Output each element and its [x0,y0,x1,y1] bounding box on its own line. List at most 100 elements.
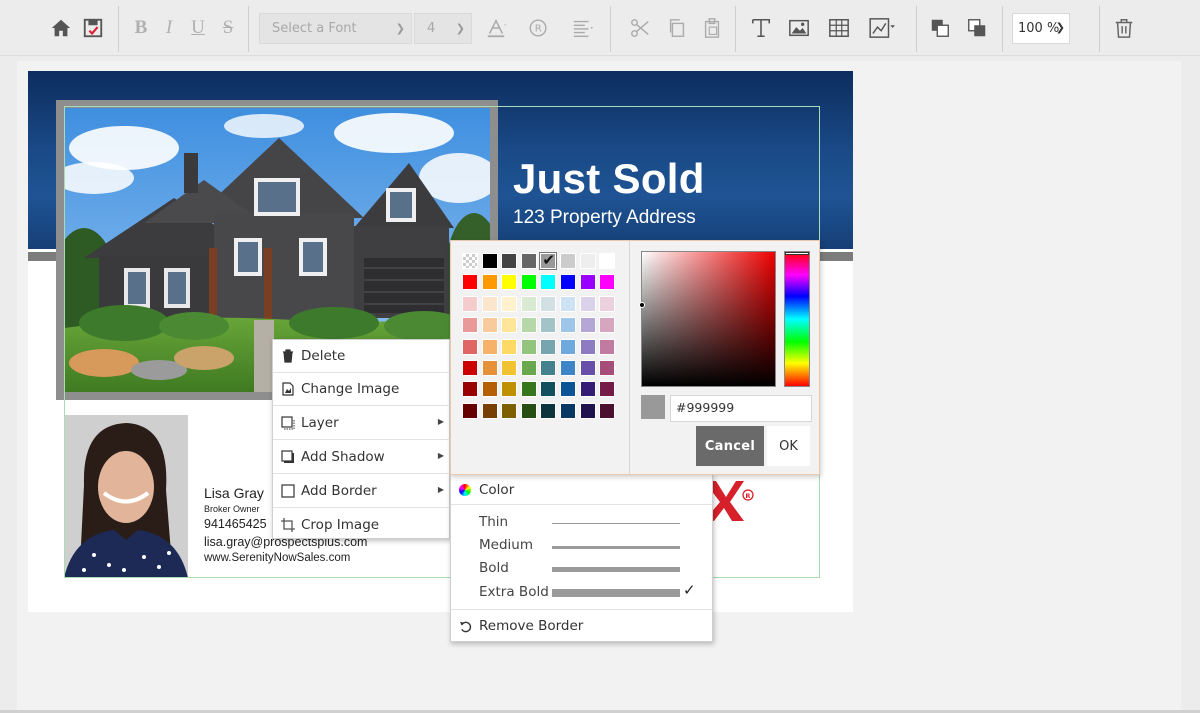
border-medium-option[interactable]: Medium [479,537,533,553]
hex-input[interactable]: #999999 [670,395,812,422]
border-bold-option[interactable]: Bold [479,560,509,576]
color-swatch[interactable] [540,381,557,398]
home-icon[interactable] [49,16,73,40]
menu-add-shadow[interactable]: Add Shadow ▶ [273,440,451,474]
color-swatch[interactable] [579,295,596,312]
hue-handle[interactable] [785,252,809,255]
color-swatch[interactable] [599,253,616,269]
color-swatch[interactable] [540,274,557,291]
strikethrough-icon[interactable]: S [216,16,240,40]
color-swatch[interactable] [560,274,576,291]
color-swatch[interactable] [579,402,596,419]
color-swatch[interactable] [520,317,537,334]
color-swatch[interactable] [481,338,498,355]
color-swatch[interactable] [599,295,616,312]
underline-icon[interactable]: U [186,16,210,40]
trash-icon[interactable] [1112,16,1136,40]
border-medium-line[interactable] [552,546,680,549]
agent-photo[interactable] [64,415,188,578]
menu-layer[interactable]: Layer ▶ [273,406,451,440]
font-color-icon[interactable] [484,16,508,40]
color-swatch[interactable] [540,402,557,419]
zoom-select[interactable]: 100 % ❯ [1012,13,1070,44]
color-swatch[interactable] [501,253,518,269]
agent-website[interactable]: www.SerenityNowSales.com [204,552,350,564]
saturation-handle[interactable] [639,302,645,308]
color-swatch[interactable] [520,338,537,355]
color-swatch[interactable] [599,360,616,376]
color-swatch[interactable] [501,381,518,398]
registered-icon[interactable]: R [527,16,551,40]
color-swatch[interactable] [560,381,576,398]
color-swatch[interactable] [462,360,478,376]
font-select[interactable]: Select a Font ❯ [259,13,412,44]
send-backward-icon[interactable] [965,16,989,40]
color-swatch[interactable] [501,274,518,291]
italic-icon[interactable]: I [157,16,181,40]
menu-crop-image[interactable]: Crop Image [273,508,451,541]
text-tool-icon[interactable] [749,16,773,40]
color-swatch[interactable] [560,295,576,312]
color-swatch[interactable] [520,274,537,291]
menu-add-border[interactable]: Add Border ▶ [273,474,451,508]
color-swatch[interactable] [481,295,498,312]
color-swatch[interactable] [501,402,518,419]
color-swatch[interactable] [579,381,596,398]
agent-title[interactable]: Broker Owner [204,504,260,514]
remove-border-option[interactable]: Remove Border [459,618,583,634]
color-swatch[interactable] [579,338,596,355]
color-swatch[interactable] [462,381,478,398]
chart-tool-icon[interactable] [867,16,899,40]
color-swatch[interactable] [540,338,557,355]
color-swatch[interactable] [579,317,596,334]
color-swatch[interactable] [462,402,478,419]
color-swatch[interactable] [560,402,576,419]
color-swatch[interactable] [540,295,557,312]
color-swatch[interactable] [560,338,576,355]
save-icon[interactable] [81,16,105,40]
color-swatch[interactable] [560,253,576,269]
color-swatch[interactable] [462,317,478,334]
color-swatch[interactable] [560,360,576,376]
color-swatch[interactable] [501,317,518,334]
color-swatch[interactable] [481,317,498,334]
color-swatch[interactable] [579,274,596,291]
color-swatch[interactable] [579,360,596,376]
border-thin-line[interactable] [552,523,680,524]
color-swatch[interactable] [520,402,537,419]
color-swatch[interactable] [481,253,498,269]
color-swatch[interactable] [501,338,518,355]
color-swatch[interactable] [462,295,478,312]
color-swatch[interactable] [599,274,616,291]
border-extra-bold-option[interactable]: Extra Bold [479,584,549,600]
color-swatch[interactable] [599,338,616,355]
color-swatch[interactable] [540,317,557,334]
color-swatch[interactable] [481,274,498,291]
headline-text[interactable]: Just Sold [513,155,705,203]
color-swatch[interactable] [520,253,537,269]
paste-icon[interactable] [700,16,724,40]
hue-slider[interactable] [784,251,810,387]
cancel-button[interactable]: Cancel [696,426,764,466]
color-swatch[interactable] [501,360,518,376]
color-swatch[interactable] [481,402,498,419]
cut-icon[interactable] [628,16,652,40]
color-swatch[interactable] [599,317,616,334]
color-swatch[interactable] [599,402,616,419]
border-bold-line[interactable] [552,567,680,572]
align-icon[interactable] [571,16,595,40]
color-swatch[interactable] [462,274,478,291]
brokerage-logo[interactable]: R [704,475,756,525]
color-swatch[interactable]: ✔ [540,251,557,269]
color-swatch[interactable] [520,295,537,312]
color-swatch[interactable] [579,253,596,269]
agent-phone[interactable]: 941465425 [204,517,267,531]
bring-forward-icon[interactable] [928,16,952,40]
address-text[interactable]: 123 Property Address [513,207,696,229]
agent-name[interactable]: Lisa Gray [204,485,264,501]
color-swatch[interactable] [560,317,576,334]
font-size-select[interactable]: 4 ❯ [414,13,472,44]
saturation-box[interactable] [639,251,776,387]
color-swatch[interactable] [501,295,518,312]
bold-icon[interactable]: B [129,16,153,40]
